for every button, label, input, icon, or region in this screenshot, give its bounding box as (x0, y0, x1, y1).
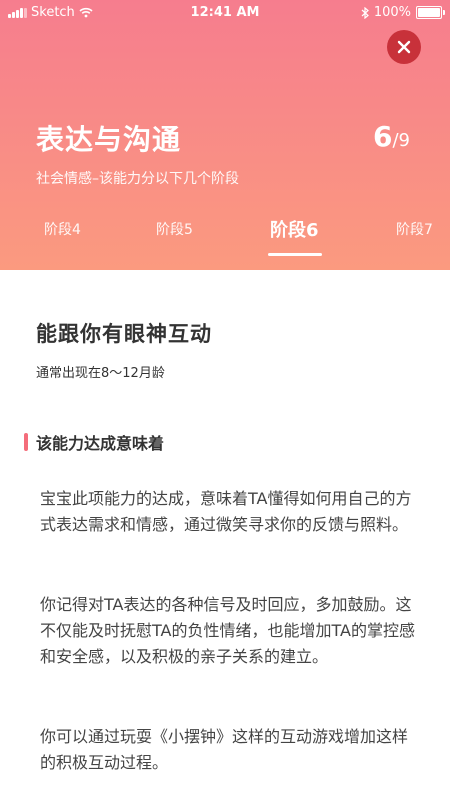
battery-label: 100% (373, 5, 411, 20)
stage-tabs: 阶段4 阶段5 阶段6 阶段7 (0, 205, 450, 270)
paragraph-1: 宝宝此项能力的达成，意味着TA懂得如何用自己的方式表达需求和情感，通过微笑寻求你… (40, 489, 412, 534)
active-tab-indicator (268, 253, 322, 256)
section-heading: 该能力达成意味着 (36, 434, 165, 453)
paragraph-2: 你记得对TA表达的各种信号及时回应，多加鼓励。这不仅能及时抚慰TA的负性情绪，也… (40, 595, 415, 666)
page-title: 表达与沟通 (36, 123, 182, 156)
page-subtitle: 社会情感–该能力分以下几个阶段 (36, 171, 239, 187)
section-accent-bar (24, 433, 28, 451)
tab-stage-7[interactable]: 阶段7 (396, 219, 433, 239)
close-button[interactable] (387, 30, 421, 64)
close-icon (397, 40, 411, 54)
status-right: 100% (361, 5, 445, 20)
tab-stage-6[interactable]: 阶段6 (270, 216, 319, 242)
tab-stage-5[interactable]: 阶段5 (156, 219, 193, 239)
skill-title: 能跟你有眼神互动 (36, 322, 212, 346)
status-bar: Sketch 12:41 AM 100% (0, 0, 450, 26)
bluetooth-icon (361, 6, 369, 19)
header: Sketch 12:41 AM 100% 表达与沟通 6/9 社会情感–该能力分… (0, 0, 450, 270)
progress-current: 6 (372, 120, 393, 153)
progress-total: /9 (392, 130, 410, 151)
skill-age: 通常出现在8～12月龄 (36, 366, 165, 381)
battery-icon (416, 6, 445, 19)
stage-content: 能跟你有眼神互动 通常出现在8～12月龄 该能力达成意味着 宝宝此项能力的达成，… (24, 318, 416, 772)
paragraph-3: 你可以通过玩耍《小摆钟》这样的互动游戏增加这样的积极互动过程。 (40, 727, 409, 772)
tab-stage-4[interactable]: 阶段4 (44, 219, 81, 239)
progress-indicator: 6/9 (373, 120, 410, 153)
